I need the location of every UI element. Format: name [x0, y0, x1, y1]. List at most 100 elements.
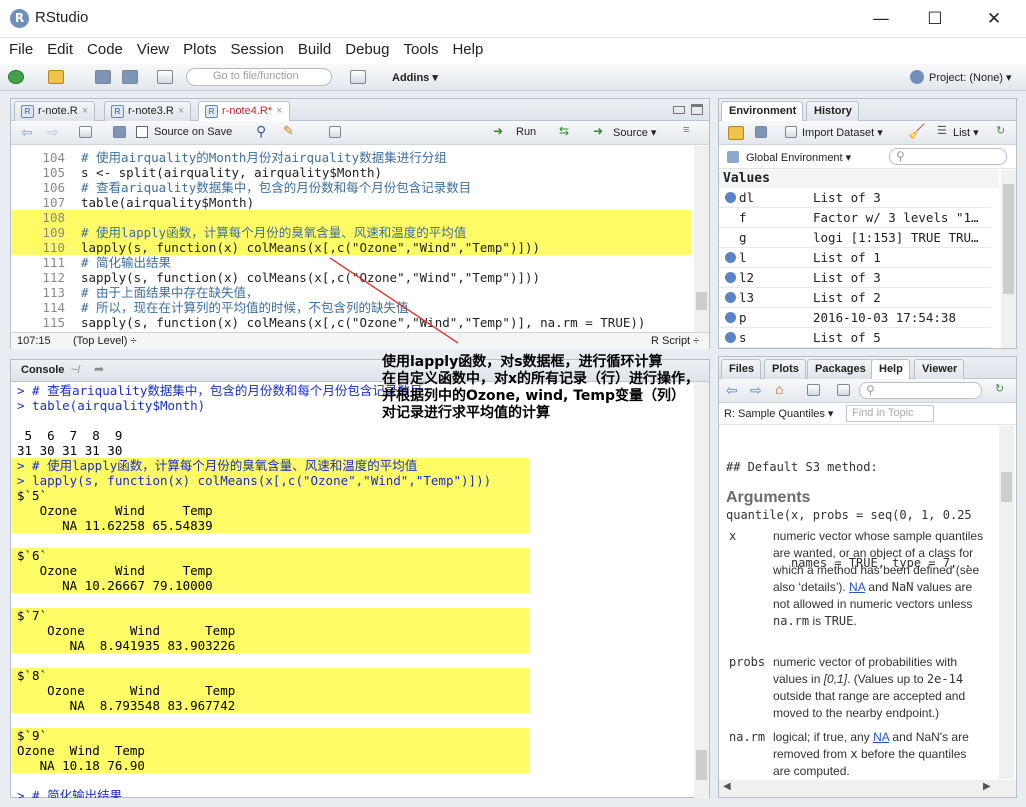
environment-row[interactable]: l3 List of 2 [719, 288, 991, 308]
menu-help[interactable]: Help [452, 38, 483, 58]
maximize-button[interactable]: ☐ [912, 6, 958, 32]
source-on-save-checkbox[interactable] [136, 126, 148, 138]
menu-edit[interactable]: Edit [47, 38, 73, 58]
rerun-icon[interactable]: ⇆ [559, 124, 569, 138]
addins-menu[interactable]: Addins ▾ [392, 71, 438, 84]
environment-row[interactable]: g logi [1:153] TRUE TRU… [719, 228, 991, 248]
code-line[interactable]: 104 # 使用airquality的Month月份对airquality数据集进… [11, 150, 691, 165]
show-in-window-icon[interactable] [79, 126, 92, 138]
show-in-new-window-icon[interactable] [837, 384, 850, 396]
environment-scrollbar[interactable] [1001, 170, 1016, 348]
grid-layout-icon[interactable] [350, 70, 366, 84]
goto-file-input[interactable]: Go to file/function [186, 68, 332, 86]
menu-tools[interactable]: Tools [403, 38, 438, 58]
code-line[interactable]: 105 s <- split(airquality, airquality$Mon… [11, 165, 691, 180]
minimize-button[interactable]: — [858, 6, 904, 32]
search-icon[interactable]: ⚲ [256, 123, 266, 140]
tab-r-note4[interactable]: Rr-note4.R* × [198, 101, 290, 121]
help-h-scrollbar[interactable]: ◀ ▶ [719, 780, 1016, 797]
print-help-icon[interactable] [807, 384, 820, 396]
expand-object-icon[interactable] [725, 312, 736, 323]
close-tab-icon[interactable]: × [82, 105, 88, 117]
expand-object-icon[interactable] [725, 252, 736, 263]
console-scrollbar[interactable] [694, 382, 709, 798]
code-line[interactable]: 107 table(airquality$Month) [11, 195, 691, 210]
code-line[interactable]: 115 sapply(s, function(x) colMeans(x[,c("… [11, 315, 691, 330]
expand-object-icon[interactable] [725, 272, 736, 283]
tab-help[interactable]: Help [871, 359, 910, 379]
project-menu[interactable]: Project: (None) ▾ [929, 71, 1012, 84]
tab-history[interactable]: History [806, 101, 859, 121]
code-line[interactable]: 106 # 查看ariquality数据集中，包含的月份数和每个月份包含记录数目 [11, 180, 691, 195]
help-search-input[interactable]: ⚲ [859, 382, 982, 399]
view-mode-selector[interactable]: List ▾ [953, 126, 979, 139]
scroll-right-icon[interactable]: ▶ [983, 781, 991, 792]
code-area[interactable]: 104 # 使用airquality的Month月份对airquality数据集进… [11, 146, 691, 332]
code-line[interactable]: 111 # 简化输出结果 [11, 255, 691, 270]
code-line[interactable]: 110 lapply(s, function(x) colMeans(x[,c("… [11, 240, 691, 255]
na-link[interactable]: NA [849, 580, 865, 594]
environment-scope-selector[interactable]: Global Environment ▾ [746, 151, 851, 164]
go-to-directory-icon[interactable]: ➦ [94, 362, 104, 376]
document-outline-icon[interactable]: ≡ [683, 124, 689, 136]
tab-packages[interactable]: Packages [807, 359, 873, 379]
run-button[interactable]: Run [516, 126, 536, 138]
menu-build[interactable]: Build [298, 38, 331, 58]
expand-object-icon[interactable] [725, 292, 736, 303]
save-workspace-icon[interactable] [755, 126, 767, 138]
scope-selector[interactable]: (Top Level) ÷ [73, 335, 137, 347]
close-window-button[interactable]: ✕ [971, 6, 1017, 32]
compile-report-icon[interactable] [329, 126, 341, 138]
na-link[interactable]: NA [873, 730, 889, 744]
save-all-icon[interactable] [122, 70, 138, 84]
tab-viewer[interactable]: Viewer [914, 359, 965, 379]
file-type-selector[interactable]: R Script ÷ [651, 335, 699, 347]
forward-arrow-icon[interactable]: ⇨ [47, 124, 59, 141]
menu-view[interactable]: View [137, 38, 169, 58]
home-icon[interactable]: ⌂ [775, 381, 783, 397]
back-arrow-icon[interactable]: ⇦ [21, 124, 33, 141]
menu-file[interactable]: File [9, 38, 33, 58]
refresh-icon[interactable]: ↻ [996, 124, 1005, 137]
close-tab-icon[interactable]: × [178, 105, 184, 117]
environment-row[interactable]: l2 List of 3 [719, 268, 991, 288]
save-icon[interactable] [95, 70, 111, 84]
environment-row[interactable]: s List of 5 [719, 328, 991, 348]
tab-r-note3[interactable]: Rr-note3.R × [104, 101, 192, 121]
tab-plots[interactable]: Plots [764, 359, 806, 379]
print-icon[interactable] [157, 70, 173, 84]
tab-environment[interactable]: Environment [721, 101, 804, 121]
environment-search-input[interactable]: ⚲ [889, 148, 1007, 165]
scroll-left-icon[interactable]: ◀ [723, 781, 731, 792]
code-line[interactable]: 114 # 所以，现在在计算列的平均值的时候，不包含列的缺失值 [11, 300, 691, 315]
environment-row[interactable]: dl List of 3 [719, 188, 991, 208]
close-tab-icon[interactable]: × [276, 105, 282, 117]
maximize-pane-icon[interactable] [691, 104, 703, 115]
code-line[interactable]: 109 # 使用lapply函数，计算每个月份的臭氧含量、风速和温度的平均值 [11, 225, 691, 240]
save-icon[interactable] [113, 126, 126, 138]
expand-object-icon[interactable] [725, 192, 736, 203]
refresh-help-icon[interactable]: ↻ [995, 382, 1004, 395]
new-file-icon[interactable] [8, 70, 24, 84]
menu-session[interactable]: Session [231, 38, 284, 58]
magic-wand-icon[interactable]: ✎ [283, 123, 294, 139]
environment-row[interactable]: p 2016-10-03 17:54:38 [719, 308, 991, 328]
code-line[interactable]: 113 # 由于上面结果中存在缺失值， [11, 285, 691, 300]
minimize-pane-icon[interactable] [673, 106, 685, 114]
code-line[interactable]: 112 sapply(s, function(x) colMeans(x[,c("… [11, 270, 691, 285]
code-line[interactable]: 108 [11, 210, 691, 225]
environment-row[interactable]: f Factor w/ 3 levels "1… [719, 208, 991, 228]
environment-row[interactable]: l List of 1 [719, 248, 991, 268]
console-output[interactable]: > # 查看ariquality数据集中，包含的月份数和每个月份包含记录数目 > … [11, 382, 691, 798]
menu-debug[interactable]: Debug [345, 38, 389, 58]
broom-icon[interactable]: 🧹 [908, 123, 925, 140]
load-workspace-icon[interactable] [728, 126, 744, 140]
tab-r-note[interactable]: Rr-note.R × [14, 101, 96, 121]
import-dataset-button[interactable]: Import Dataset ▾ [802, 126, 883, 139]
help-scrollbar[interactable] [999, 426, 1014, 779]
menu-plots[interactable]: Plots [183, 38, 216, 58]
menu-code[interactable]: Code [87, 38, 123, 58]
source-button[interactable]: Source ▾ [613, 126, 656, 139]
open-folder-icon[interactable] [48, 70, 64, 84]
find-in-topic-input[interactable]: Find in Topic [846, 405, 934, 422]
